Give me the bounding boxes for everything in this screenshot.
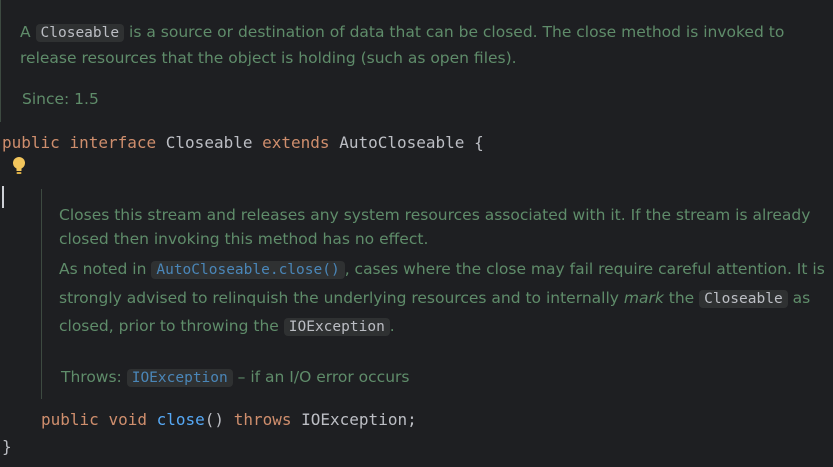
method-doc-text: closed, prior to throwing the: [59, 317, 284, 335]
class-doc-text: is a source or destination of data that …: [124, 23, 785, 41]
text-caret: [2, 186, 4, 208]
interface-declaration[interactable]: public interface Closeable extends AutoC…: [2, 133, 484, 152]
method-name[interactable]: close: [157, 410, 205, 429]
method-doc-text: .: [389, 317, 395, 335]
class-javadoc: A Closeable is a source or destination o…: [0, 0, 811, 122]
keyword-public: public: [41, 410, 99, 429]
lightbulb-icon[interactable]: [10, 155, 28, 177]
class-doc-line-2: release resources that the object is hol…: [20, 49, 517, 67]
method-declaration[interactable]: public void close() throws IOException;: [41, 410, 417, 429]
open-brace: {: [474, 133, 484, 152]
keyword-interface: interface: [69, 133, 157, 152]
keyword-public: public: [2, 133, 60, 152]
method-parens: (): [204, 410, 225, 429]
ioexception-code-chip: IOException: [283, 318, 390, 336]
method-doc-text: as: [787, 289, 811, 307]
class-doc-line-1: A Closeable is a source or destination o…: [20, 19, 784, 46]
closeable-code-chip: Closeable: [699, 290, 788, 308]
interface-name[interactable]: Closeable: [166, 133, 253, 152]
ioexception-link[interactable]: IOException: [126, 369, 233, 387]
emphasis-mark: mark: [623, 289, 664, 307]
statement-terminator: ;: [407, 410, 417, 429]
parent-interface-name[interactable]: AutoCloseable: [339, 133, 464, 152]
keyword-extends: extends: [262, 133, 330, 152]
autocloseable-close-link[interactable]: AutoCloseable.close(): [151, 261, 345, 279]
close-brace: }: [2, 437, 12, 456]
method-javadoc: Closes this stream and releases any syst…: [41, 189, 827, 399]
closeable-code-chip: Closeable: [35, 24, 125, 42]
method-doc-p1-line-2: closed then invoking this method has no …: [59, 230, 429, 248]
method-doc-p2-line-1: As noted in AutoCloseable.close(), cases…: [59, 256, 825, 283]
method-doc-p2-line-3: closed, prior to throwing the IOExceptio…: [59, 313, 395, 340]
keyword-throws: throws: [233, 410, 292, 429]
throws-label: Throws:: [61, 368, 127, 386]
method-doc-text: , cases where the close may fail require…: [344, 260, 825, 278]
method-doc-text: As noted in: [59, 260, 152, 278]
method-doc-p1-line-1: Closes this stream and releases any syst…: [59, 206, 811, 224]
method-doc-p2-line-2: strongly advised to relinquish the under…: [59, 285, 810, 312]
method-doc-text: the: [663, 289, 700, 307]
throws-line: Throws: IOException – if an I/O error oc…: [61, 364, 409, 391]
throws-description: – if an I/O error occurs: [232, 368, 410, 386]
since-label: Since: 1.5: [22, 90, 99, 108]
method-doc-text: strongly advised to relinquish the under…: [59, 289, 624, 307]
exception-type[interactable]: IOException: [301, 410, 407, 429]
keyword-void: void: [108, 410, 147, 429]
class-doc-text: A: [20, 23, 36, 41]
